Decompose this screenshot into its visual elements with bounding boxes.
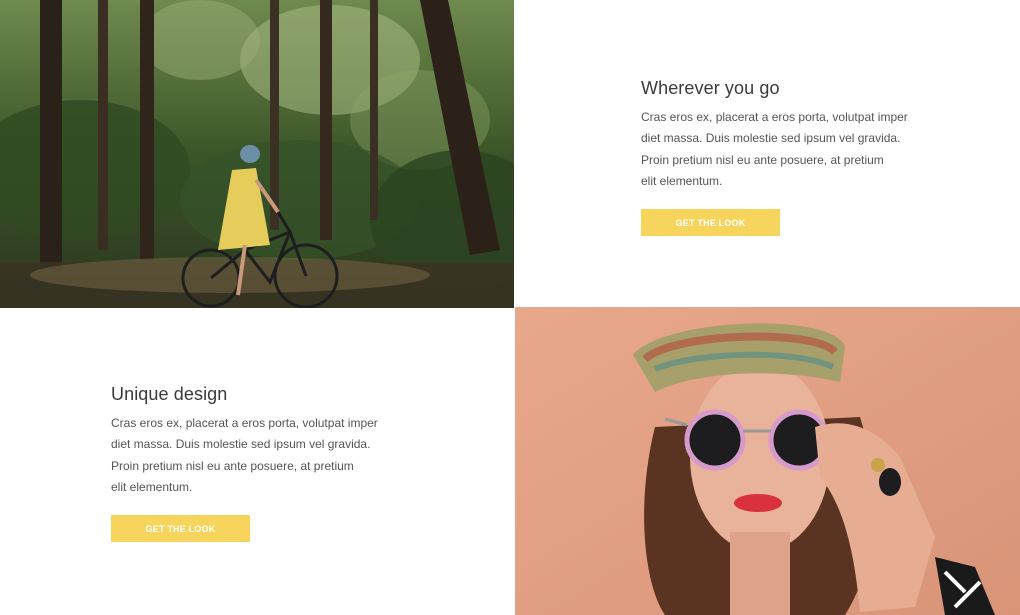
feature-grid: Wherever you go Cras eros ex, placerat a… [0,0,1020,615]
section-title: Unique design [111,384,228,404]
forest-bike-illustration [0,0,514,308]
get-the-look-button[interactable]: GET THE LOOK [111,515,250,543]
section-title: Wherever you go [641,78,780,98]
get-the-look-button[interactable]: GET THE LOOK [641,209,780,237]
portrait-illustration [515,307,1020,615]
forest-bike-photo [0,0,514,308]
feature-wherever-you-go: Wherever you go Cras eros ex, placerat a… [641,78,961,248]
section-body: Cras eros ex, placerat a eros porta, vol… [111,416,378,494]
section-body: Cras eros ex, placerat a eros porta, vol… [641,110,908,188]
feature-unique-design: Unique design Cras eros ex, placerat a e… [111,384,431,554]
sunglasses-portrait-photo [515,307,1020,615]
